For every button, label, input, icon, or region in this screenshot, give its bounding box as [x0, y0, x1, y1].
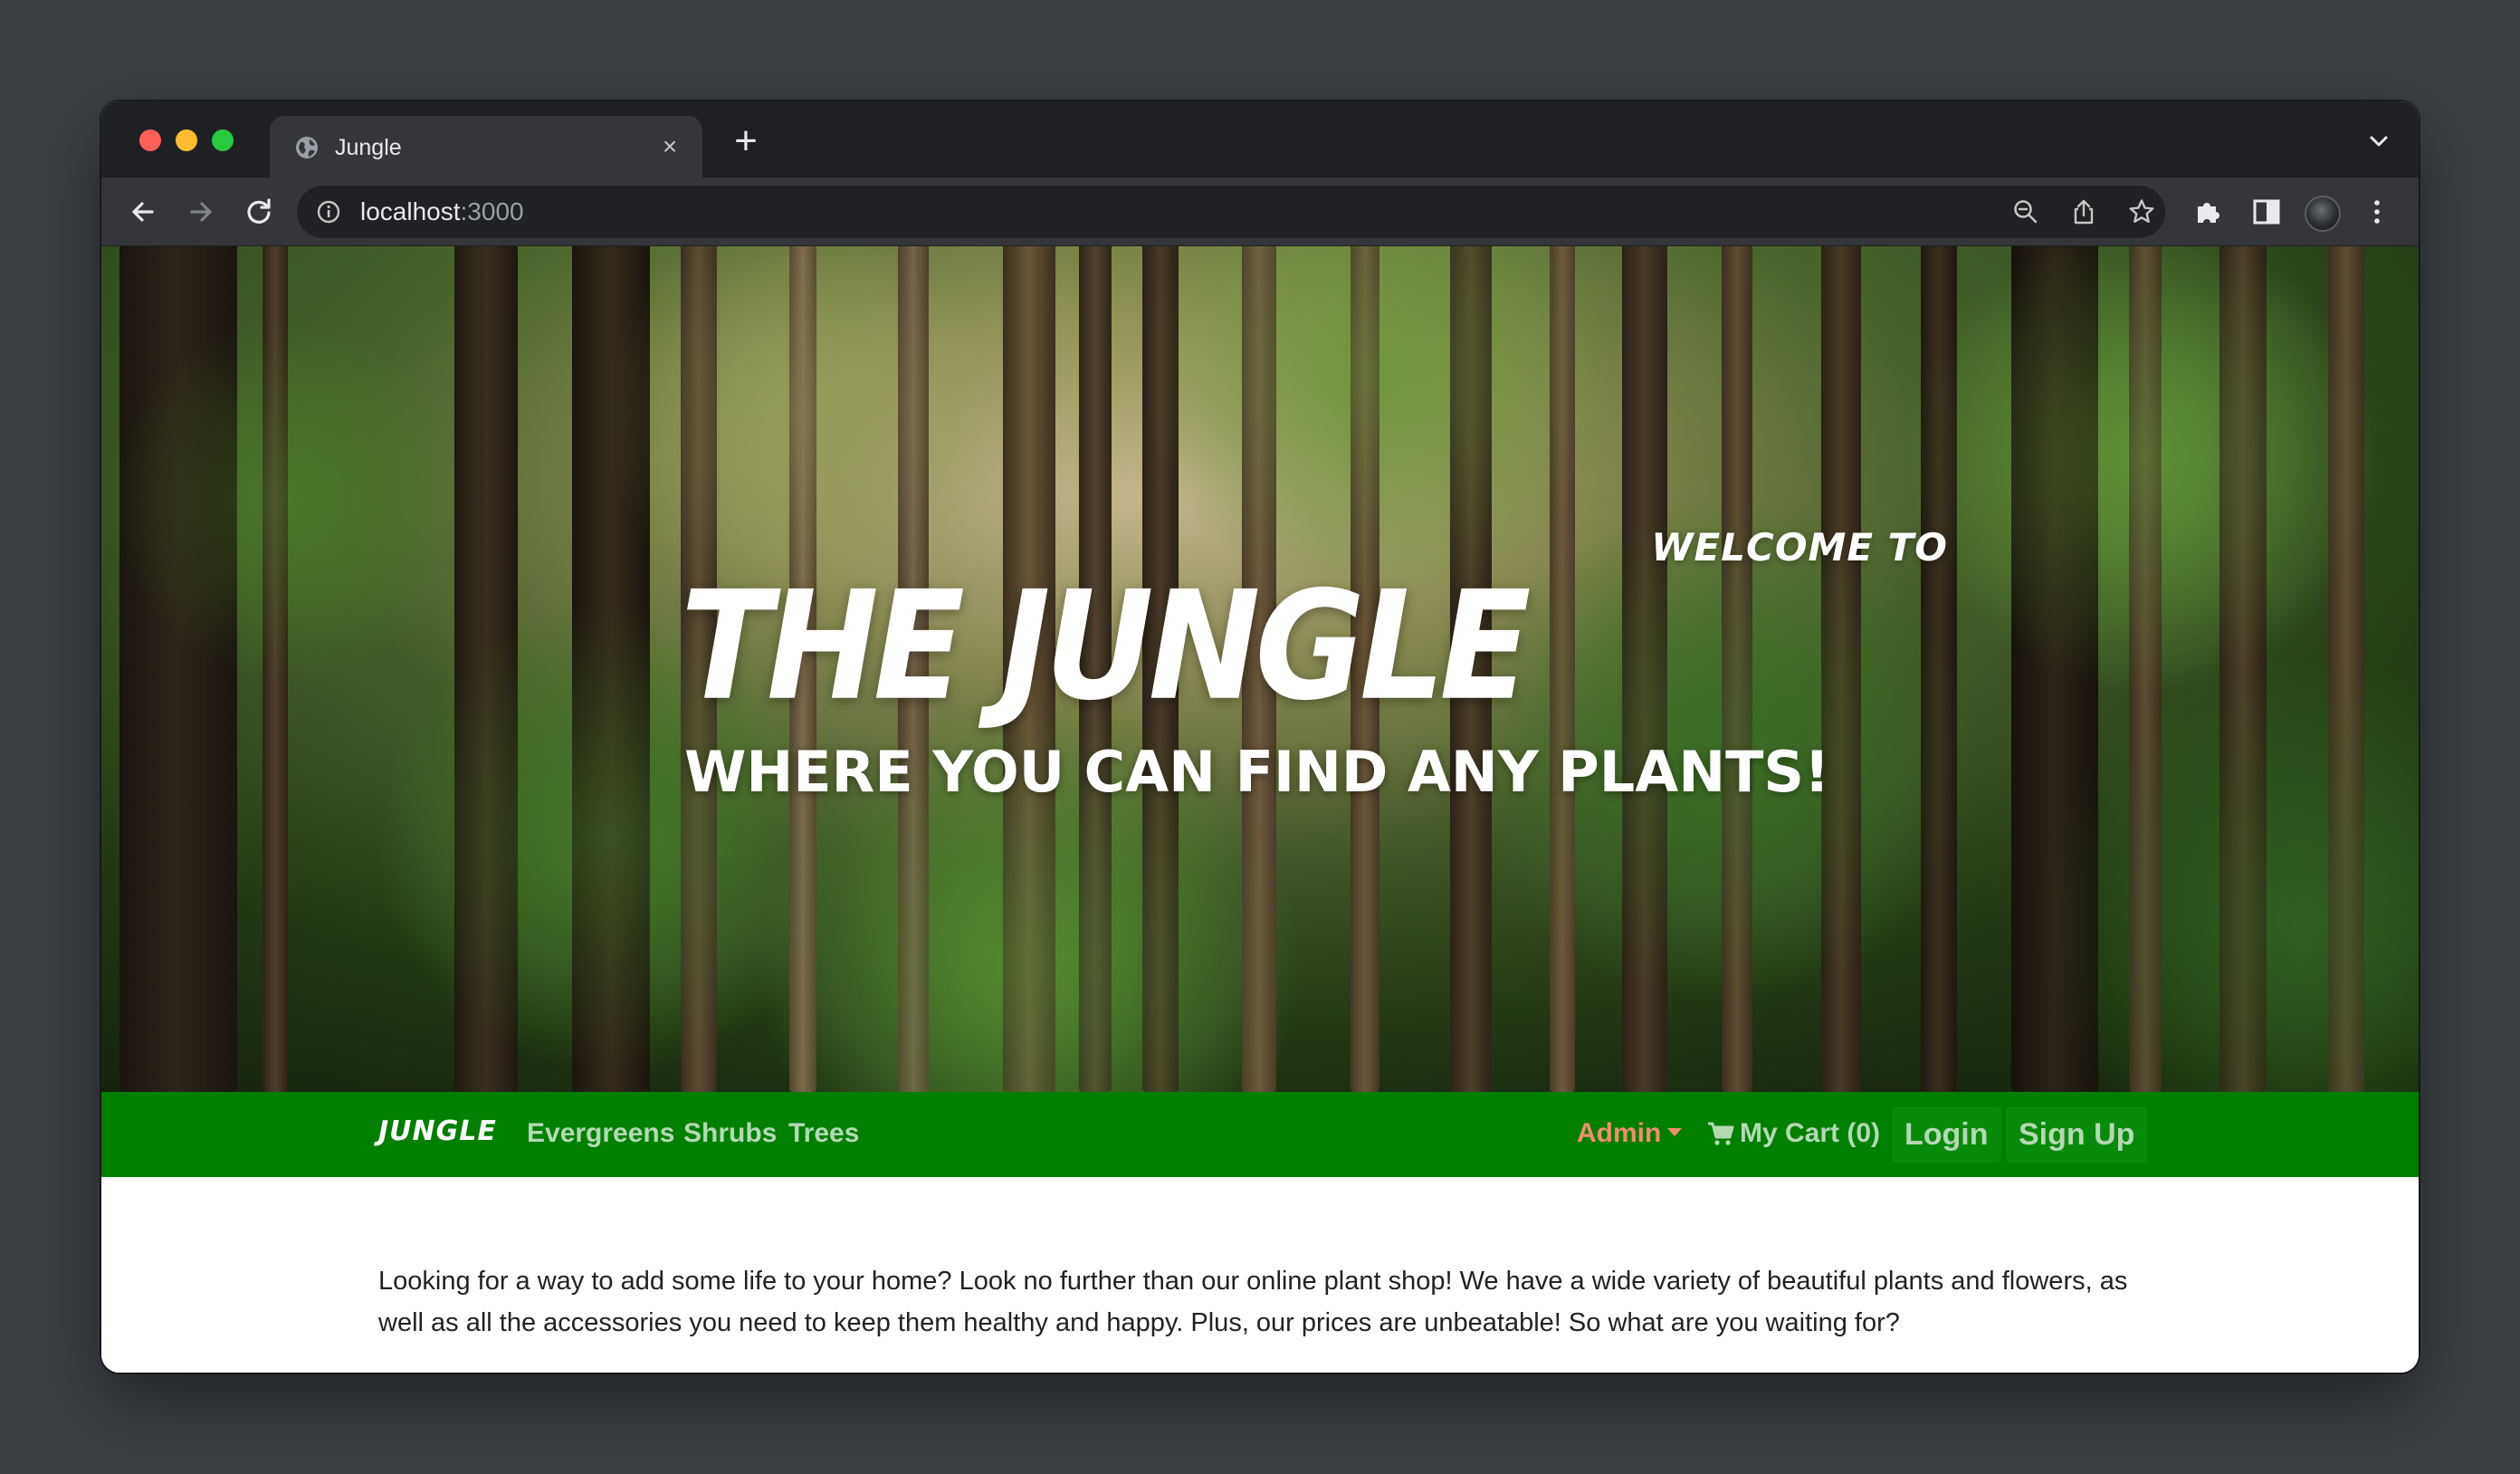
extensions-puzzle-icon[interactable]	[2189, 192, 2229, 232]
browser-window: Jungle × + localhost:3000 WELCOME TO THE…	[101, 101, 2419, 1373]
brand-logo-link[interactable]: JUNGLE	[378, 1115, 497, 1147]
maximize-window-button[interactable]	[212, 129, 234, 151]
share-icon[interactable]	[2069, 197, 2098, 226]
admin-dropdown[interactable]: Admin	[1577, 1117, 1661, 1150]
close-window-button[interactable]	[139, 129, 161, 151]
url-host: localhost	[360, 197, 461, 225]
nav-link-shrubs[interactable]: Shrubs	[683, 1117, 777, 1150]
info-icon[interactable]	[315, 198, 342, 225]
page-viewport: WELCOME TO THE JUNGLE WHERE YOU CAN FIND…	[101, 246, 2419, 1373]
profile-avatar[interactable]	[2305, 196, 2341, 232]
tab-strip: Jungle × +	[101, 101, 2419, 179]
login-button[interactable]: Login	[1892, 1106, 2001, 1163]
shopping-cart-icon	[1708, 1122, 1734, 1145]
hero-text: WELCOME TO THE JUNGLE WHERE YOU CAN FIND…	[101, 246, 2419, 1092]
url-text[interactable]: localhost:3000	[360, 197, 524, 226]
address-bar[interactable]: localhost:3000	[297, 186, 2165, 238]
back-arrow-icon[interactable]	[123, 192, 163, 232]
site-navbar: JUNGLE Evergreens Shrubs Trees Admin My …	[101, 1092, 2419, 1177]
intro-paragraph: Looking for a way to add some life to yo…	[378, 1267, 2128, 1337]
chevron-down-icon[interactable]	[2361, 123, 2397, 159]
new-tab-button[interactable]: +	[726, 121, 766, 163]
page-content: Looking for a way to add some life to yo…	[101, 1177, 2419, 1373]
forward-arrow-icon[interactable]	[181, 192, 221, 232]
caret-down-icon	[1667, 1128, 1682, 1136]
reload-icon[interactable]	[239, 192, 279, 232]
hero-subtitle: WHERE YOU CAN FIND ANY PLANTS!	[684, 739, 1830, 805]
globe-icon	[296, 137, 318, 158]
tab-title: Jungle	[335, 135, 402, 160]
close-tab-icon[interactable]: ×	[655, 132, 684, 161]
browser-toolbar: localhost:3000	[101, 177, 2419, 246]
hero-title: THE JUNGLE	[681, 559, 1531, 733]
zoom-out-icon[interactable]	[2011, 197, 2040, 226]
hero-banner: WELCOME TO THE JUNGLE WHERE YOU CAN FIND…	[101, 246, 2419, 1092]
nav-link-evergreens[interactable]: Evergreens	[527, 1117, 674, 1150]
nav-link-trees[interactable]: Trees	[788, 1117, 859, 1150]
side-panel-icon[interactable]	[2247, 192, 2286, 232]
my-cart-link[interactable]: My Cart (0)	[1740, 1117, 1880, 1150]
minimize-window-button[interactable]	[176, 129, 197, 151]
more-menu-icon[interactable]	[2357, 192, 2397, 232]
bookmark-star-icon[interactable]	[2127, 197, 2156, 226]
welcome-text: WELCOME TO	[1651, 525, 1948, 570]
tab-jungle[interactable]: Jungle ×	[270, 116, 702, 179]
url-port: :3000	[460, 197, 524, 225]
signup-button[interactable]: Sign Up	[2006, 1106, 2148, 1163]
